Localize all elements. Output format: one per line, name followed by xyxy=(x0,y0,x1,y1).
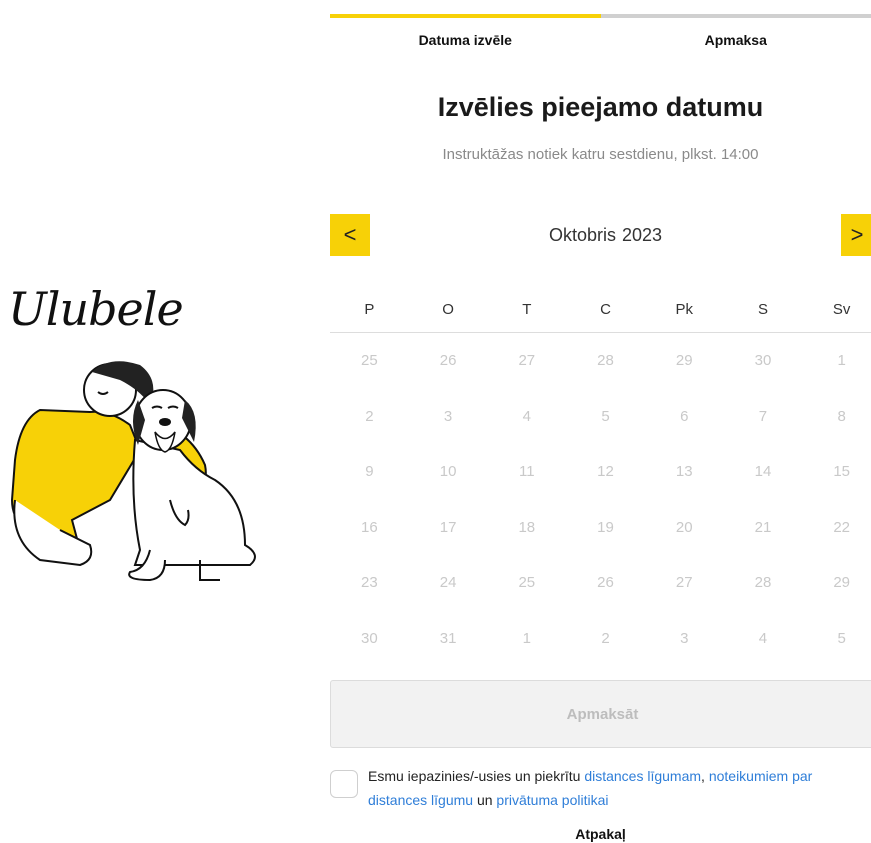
consent-sep-1: , xyxy=(701,768,709,784)
calendar-day[interactable]: 8 xyxy=(802,389,871,445)
calendar-day[interactable]: 1 xyxy=(802,333,871,389)
calendar-grid: P O T C Pk S Sv 25 26 27 28 29 30 1 2 3 4 5 6 7 8 9 10 1… xyxy=(330,288,871,667)
calendar-day[interactable]: 16 xyxy=(330,500,409,556)
calendar-day[interactable]: 30 xyxy=(330,611,409,667)
calendar-day[interactable]: 12 xyxy=(566,444,645,500)
progress-steps: Datuma izvēle Apmaksa xyxy=(330,14,871,48)
calendar-week: 9 10 11 12 13 14 15 xyxy=(330,444,871,500)
calendar-day[interactable]: 7 xyxy=(724,389,803,445)
calendar-day[interactable]: 26 xyxy=(566,555,645,611)
calendar-day[interactable]: 18 xyxy=(487,500,566,556)
step-label-datuma: Datuma izvēle xyxy=(418,32,512,48)
calendar-day[interactable]: 29 xyxy=(802,555,871,611)
logo: Ulubele xyxy=(8,282,184,336)
calendar-day[interactable]: 25 xyxy=(487,555,566,611)
calendar-day[interactable]: 5 xyxy=(566,389,645,445)
privacy-policy-link[interactable]: privātuma politikai xyxy=(496,792,608,808)
step-bar-datuma xyxy=(330,14,601,18)
month-navigation: < Oktobris 2023 > xyxy=(330,214,871,256)
calendar-week: 23 24 25 26 27 28 29 xyxy=(330,555,871,611)
consent-sep-2: un xyxy=(473,792,497,808)
calendar-day[interactable]: 25 xyxy=(330,333,409,389)
calendar-day[interactable]: 19 xyxy=(566,500,645,556)
pay-button[interactable]: Apmaksāt xyxy=(330,680,871,748)
consent-prefix: Esmu iepazinies/-usies un piekrītu xyxy=(368,768,585,784)
consent-checkbox[interactable] xyxy=(330,770,358,798)
calendar-day[interactable]: 15 xyxy=(802,444,871,500)
back-link[interactable]: Atpakaļ xyxy=(330,826,871,842)
step-bar-apmaksa xyxy=(600,14,871,18)
calendar-day[interactable]: 20 xyxy=(645,500,724,556)
calendar-day[interactable]: 30 xyxy=(724,333,803,389)
weekday-label: Sv xyxy=(832,301,851,318)
calendar-day[interactable]: 4 xyxy=(487,389,566,445)
calendar-week: 30 31 1 2 3 4 5 xyxy=(330,611,871,667)
step-label-apmaksa: Apmaksa xyxy=(704,32,767,48)
calendar-week: 25 26 27 28 29 30 1 xyxy=(330,333,871,389)
month-title: Oktobris 2023 xyxy=(330,225,871,246)
calendar-day[interactable]: 27 xyxy=(645,555,724,611)
weekday-label: O xyxy=(442,301,454,318)
calendar-day[interactable]: 28 xyxy=(724,555,803,611)
calendar-day[interactable]: 27 xyxy=(487,333,566,389)
weekday-label: Pk xyxy=(675,301,693,318)
calendar-day[interactable]: 13 xyxy=(645,444,724,500)
calendar-day[interactable]: 2 xyxy=(566,611,645,667)
consent-text: Esmu iepazinies/-usies un piekrītu dista… xyxy=(368,764,871,812)
calendar-day[interactable]: 3 xyxy=(409,389,488,445)
weekday-label: P xyxy=(364,301,375,318)
calendar-day[interactable]: 5 xyxy=(802,611,871,667)
calendar-day[interactable]: 10 xyxy=(409,444,488,500)
calendar-day[interactable]: 23 xyxy=(330,555,409,611)
weekday-label: C xyxy=(600,301,611,318)
next-month-button[interactable]: > xyxy=(841,214,871,256)
person-dog-illustration xyxy=(10,361,256,582)
month-name: Oktobris xyxy=(548,225,616,245)
page-title: Izvēlies pieejamo datumu xyxy=(437,92,764,122)
month-year: 2023 xyxy=(621,225,663,245)
calendar-day[interactable]: 22 xyxy=(802,500,871,556)
calendar-day[interactable]: 24 xyxy=(409,555,488,611)
weekday-label: T xyxy=(522,301,532,318)
calendar-day[interactable]: 14 xyxy=(724,444,803,500)
calendar-day[interactable]: 26 xyxy=(409,333,488,389)
weekday-header: P O T C Pk S Sv xyxy=(330,288,871,333)
calendar-day[interactable]: 21 xyxy=(724,500,803,556)
distance-contract-link[interactable]: distances līgumam xyxy=(584,768,701,784)
calendar-day[interactable]: 31 xyxy=(409,611,488,667)
calendar-day[interactable]: 9 xyxy=(330,444,409,500)
calendar-day[interactable]: 28 xyxy=(566,333,645,389)
calendar-day[interactable]: 4 xyxy=(724,611,803,667)
calendar-week: 2345678 xyxy=(330,389,871,445)
calendar-day[interactable]: 3 xyxy=(645,611,724,667)
calendar-day[interactable]: 2 xyxy=(330,389,409,445)
calendar-week: 16 17 18 19 20 21 22 xyxy=(330,500,871,556)
calendar-day[interactable]: 29 xyxy=(645,333,724,389)
calendar-day[interactable]: 1 xyxy=(487,611,566,667)
calendar-day[interactable]: 11 xyxy=(487,444,566,500)
page-subtitle: Instruktāžas notiek katru sestdienu, plk… xyxy=(442,146,759,163)
weekday-label: S xyxy=(757,301,768,318)
calendar-day[interactable]: 6 xyxy=(645,389,724,445)
calendar-day[interactable]: 17 xyxy=(409,500,488,556)
chevron-right-icon: > xyxy=(850,222,864,247)
brand-panel: Ulubele xyxy=(0,270,300,590)
